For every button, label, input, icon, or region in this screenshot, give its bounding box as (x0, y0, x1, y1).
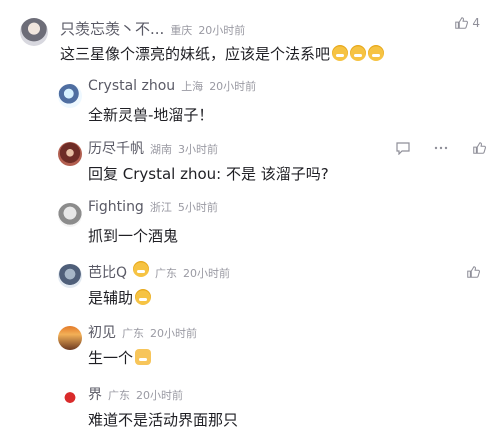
reply-meta: Crystal zhou 上海 20小时前 (88, 78, 256, 94)
timestamp: 20小时前 (209, 80, 257, 93)
timestamp: 20小时前 (183, 267, 231, 280)
reply-text: 生一个 (88, 347, 152, 368)
location: 重庆 (170, 24, 193, 37)
username[interactable]: Crystal zhou (88, 78, 175, 94)
avatar[interactable] (58, 264, 82, 288)
thumb-up-icon[interactable] (454, 16, 469, 30)
comment-meta: 只羡忘羡丶不... 重庆 20小时前 (60, 18, 245, 39)
username[interactable]: Fighting (88, 199, 144, 215)
timestamp: 5小时前 (177, 201, 218, 214)
username[interactable]: 芭比Q (88, 262, 127, 282)
reply-meta: 历尽千帆 湖南 3小时前 (88, 138, 218, 158)
comment-icon[interactable] (395, 141, 411, 155)
reply-meta: Fighting 浙江 5小时前 (88, 199, 218, 215)
like-control[interactable]: 4 (454, 16, 480, 30)
avatar[interactable] (20, 18, 48, 46)
reply-text: 抓到一个酒鬼 (88, 227, 179, 245)
thumb-up-icon[interactable] (471, 141, 487, 155)
reply-text: 是辅助 (88, 287, 152, 308)
avatar[interactable] (58, 386, 82, 410)
timestamp: 20小时前 (136, 389, 183, 402)
thumb-up-icon[interactable] (466, 265, 480, 279)
reply-actions (395, 141, 487, 155)
smile-emoji-icon (135, 289, 152, 305)
comment-thread: 只羡忘羡丶不... 重庆 20小时前 这三星像个漂亮的妹纸，应该是个法系吧 4 … (0, 0, 498, 442)
top-comment: 只羡忘羡丶不... 重庆 20小时前 这三星像个漂亮的妹纸，应该是个法系吧 4 (0, 0, 498, 70)
reply-text: 回复 Crystal zhou: 不是 该溜子吗? (88, 165, 329, 183)
like-count: 4 (472, 16, 480, 30)
comment-text: 这三星像个漂亮的妹纸，应该是个法系吧 (60, 43, 385, 64)
location: 广东 (155, 267, 178, 280)
username[interactable]: 界 (88, 384, 102, 404)
reply-text: 难道不是活动界面那只 (88, 411, 239, 429)
avatar[interactable] (58, 142, 82, 166)
timestamp: 3小时前 (178, 143, 218, 156)
reply-meta: 初见 广东 20小时前 (88, 322, 197, 342)
timestamp: 20小时前 (150, 327, 197, 340)
avatar[interactable] (58, 326, 82, 350)
location: 浙江 (149, 201, 172, 214)
cat-emoji-icon (135, 349, 152, 365)
thinking-emoji-icon (133, 261, 150, 277)
laugh-emoji-icon (332, 45, 349, 61)
username[interactable]: 历尽千帆 (88, 138, 144, 158)
laugh-emoji-icon (368, 45, 385, 61)
avatar[interactable] (58, 203, 82, 227)
timestamp: 20小时前 (198, 24, 246, 37)
location: 广东 (122, 327, 144, 340)
ellipsis-icon[interactable] (433, 141, 449, 155)
location: 湖南 (150, 143, 172, 156)
avatar[interactable] (58, 84, 82, 108)
location: 上海 (181, 80, 204, 93)
reply-meta: 界 广东 20小时前 (88, 384, 183, 404)
username[interactable]: 初见 (88, 322, 116, 342)
reply-meta: 芭比Q 广东 20小时前 (88, 261, 230, 282)
username[interactable]: 只羡忘羡丶不... (60, 18, 164, 39)
reply-text: 全新灵兽-地溜子！ (88, 106, 214, 124)
laugh-emoji-icon (350, 45, 367, 61)
location: 广东 (108, 389, 130, 402)
